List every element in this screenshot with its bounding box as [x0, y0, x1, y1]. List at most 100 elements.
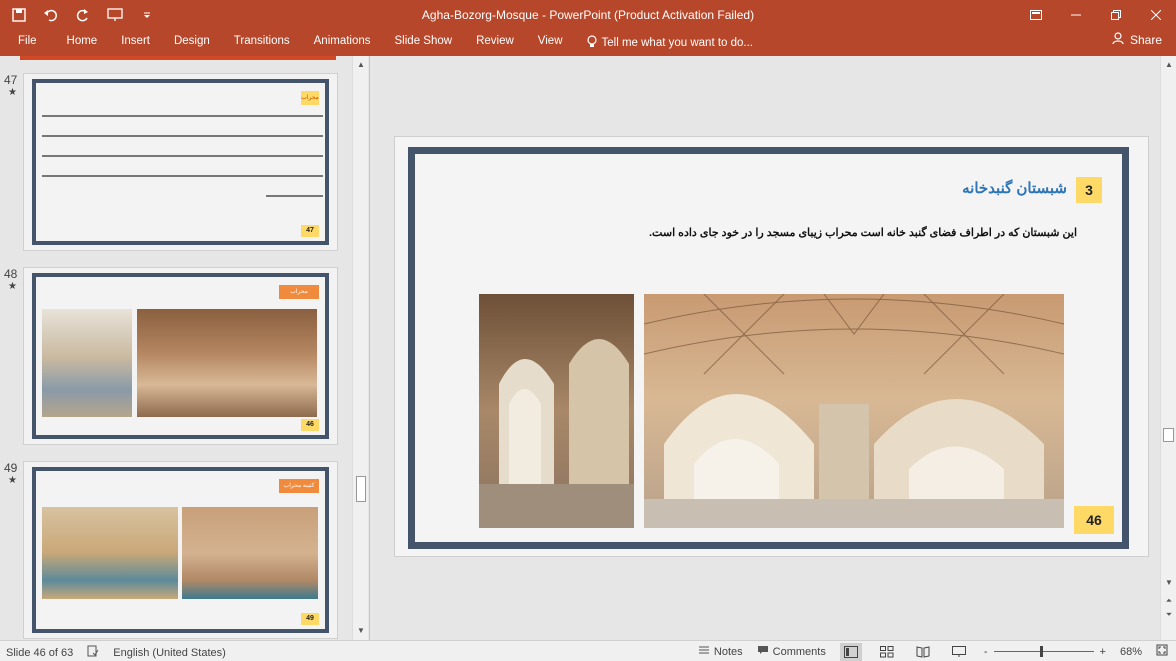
share-button[interactable]: Share	[1112, 32, 1162, 47]
thumbnail-page-number: 46	[301, 419, 319, 431]
spelling-check-icon[interactable]	[87, 645, 99, 660]
normal-view-icon[interactable]	[839, 642, 862, 661]
scroll-thumb[interactable]	[1163, 428, 1174, 442]
zoom-out-button[interactable]: -	[984, 646, 988, 658]
tab-design[interactable]: Design	[162, 30, 222, 56]
thumbnail-slide: محراب 46	[32, 273, 329, 439]
reading-view-icon[interactable]	[912, 643, 934, 661]
tab-transitions[interactable]: Transitions	[222, 30, 302, 56]
status-right: Notes Comments - + 68%	[698, 642, 1168, 661]
save-icon[interactable]	[8, 4, 30, 26]
slide-frame: شبستان گنبدخانه 3 این شبستان که در اطراف…	[408, 147, 1129, 549]
tell-me-text: Tell me what you want to do...	[601, 37, 754, 49]
ribbon-tabs: File Home Insert Design Transitions Anim…	[0, 30, 753, 56]
comments-button[interactable]: Comments	[757, 645, 826, 658]
undo-icon[interactable]	[40, 4, 62, 26]
notes-label: Notes	[713, 645, 743, 658]
text-line	[42, 175, 323, 177]
person-icon	[1112, 32, 1124, 47]
close-icon[interactable]	[1136, 0, 1176, 30]
tell-me-box[interactable]: Tell me what you want to do...	[575, 34, 754, 52]
tab-file[interactable]: File	[0, 30, 55, 56]
tab-home[interactable]: Home	[55, 30, 110, 56]
thumbnail-number: 48	[4, 267, 18, 281]
zoom-in-button[interactable]: +	[1100, 646, 1106, 658]
scroll-down-icon[interactable]: ▼	[1161, 576, 1176, 590]
thumbnail-slide: محراب 47	[32, 79, 329, 245]
text-line	[266, 195, 323, 197]
restore-icon[interactable]	[1096, 0, 1136, 30]
thumbnail-number: 49	[4, 461, 18, 475]
tab-slide-show[interactable]: Slide Show	[383, 30, 465, 56]
thumbnail-title: محراب	[301, 91, 319, 105]
slide-photo-corridor[interactable]	[479, 294, 634, 528]
customize-icon[interactable]	[136, 4, 158, 26]
thumbnail-slide: کتیبه محراب 49	[32, 467, 329, 633]
previous-slide-icon[interactable]: ⏶	[1161, 594, 1176, 608]
animation-star-icon: ★	[8, 87, 17, 98]
slide-page-number: 46	[1074, 506, 1114, 534]
thumbnail-page-number: 49	[301, 613, 319, 625]
slide-scrollbar[interactable]: ▲ ▼ ⏶ ⏷	[1160, 56, 1176, 640]
redo-icon[interactable]	[72, 4, 94, 26]
title-bar: Agha-Bozorg-Mosque - PowerPoint (Product…	[0, 0, 1176, 30]
notes-button[interactable]: Notes	[698, 645, 743, 658]
thumbnail-photo-inscription	[182, 507, 318, 599]
status-left: Slide 46 of 63 English (United States)	[6, 645, 226, 660]
tab-view[interactable]: View	[526, 30, 575, 56]
comments-label: Comments	[772, 645, 826, 658]
thumbnail-scrollbar[interactable]: ▲ ▼	[352, 56, 368, 640]
slide-sorter-icon[interactable]	[876, 643, 898, 661]
thumbnail-frame[interactable]: محراب 46	[23, 267, 338, 445]
zoom-level[interactable]: 68%	[1120, 646, 1142, 658]
scroll-up-icon[interactable]: ▲	[1161, 58, 1176, 72]
tab-animations[interactable]: Animations	[302, 30, 383, 56]
scroll-down-icon[interactable]: ▼	[353, 624, 369, 638]
fit-to-window-icon[interactable]	[1156, 644, 1168, 659]
thumbnail-frame[interactable]: کتیبه محراب 49	[23, 461, 338, 639]
ribbon-display-icon[interactable]	[1016, 0, 1056, 30]
current-slide[interactable]: شبستان گنبدخانه 3 این شبستان که در اطراف…	[394, 136, 1149, 557]
notes-icon	[698, 645, 710, 658]
slideshow-view-icon[interactable]	[948, 643, 970, 661]
comment-icon	[757, 645, 769, 658]
thumbnail-photo-tiles	[42, 507, 178, 599]
status-bar: Slide 46 of 63 English (United States) N…	[0, 640, 1176, 661]
slide-section-number: 3	[1076, 177, 1102, 203]
text-line	[42, 155, 323, 157]
previous-thumbnail-edge	[20, 56, 336, 60]
slide-counter: Slide 46 of 63	[6, 646, 74, 659]
slide-title[interactable]: شبستان گنبدخانه	[962, 179, 1067, 197]
tab-insert[interactable]: Insert	[109, 30, 162, 56]
zoom-thumb[interactable]	[1039, 646, 1043, 657]
thumbnail-title: کتیبه محراب	[279, 479, 319, 493]
ribbon: File Home Insert Design Transitions Anim…	[0, 30, 1176, 56]
slide-photo-dome-interior[interactable]	[644, 294, 1064, 528]
text-line	[42, 115, 323, 117]
zoom-track[interactable]	[993, 646, 1094, 657]
slide-body-text[interactable]: این شبستان که در اطراف فضای گنبد خانه اس…	[649, 226, 1077, 239]
scroll-up-icon[interactable]: ▲	[353, 58, 369, 72]
thumbnail-photo-arches	[137, 309, 317, 417]
slide-editing-area[interactable]: شبستان گنبدخانه 3 این شبستان که در اطراف…	[371, 56, 1160, 640]
next-slide-icon[interactable]: ⏷	[1161, 608, 1176, 622]
scroll-thumb[interactable]	[356, 476, 366, 502]
zoom-slider[interactable]: - +	[984, 646, 1106, 658]
minimize-icon[interactable]	[1056, 0, 1096, 30]
lightbulb-icon	[586, 34, 597, 52]
tab-review[interactable]: Review	[464, 30, 526, 56]
thumbnail-title: محراب	[279, 285, 319, 299]
animation-star-icon: ★	[8, 281, 17, 292]
slide-thumbnail-pane[interactable]: 47 ★ محراب 47 48 ★ محراب 46 49 ★ کتیبه م…	[0, 56, 370, 640]
thumbnail-photo-mihrab	[42, 309, 132, 417]
present-icon[interactable]	[104, 4, 126, 26]
thumbnail-number: 47	[4, 73, 18, 87]
share-label: Share	[1129, 32, 1162, 47]
animation-star-icon: ★	[8, 475, 17, 486]
text-line	[42, 135, 323, 137]
language-indicator[interactable]: English (United States)	[113, 647, 226, 659]
thumbnail-frame[interactable]: محراب 47	[23, 73, 338, 251]
thumbnail-page-number: 47	[301, 225, 319, 237]
window-controls	[1016, 0, 1176, 30]
quick-access-toolbar	[8, 4, 158, 26]
